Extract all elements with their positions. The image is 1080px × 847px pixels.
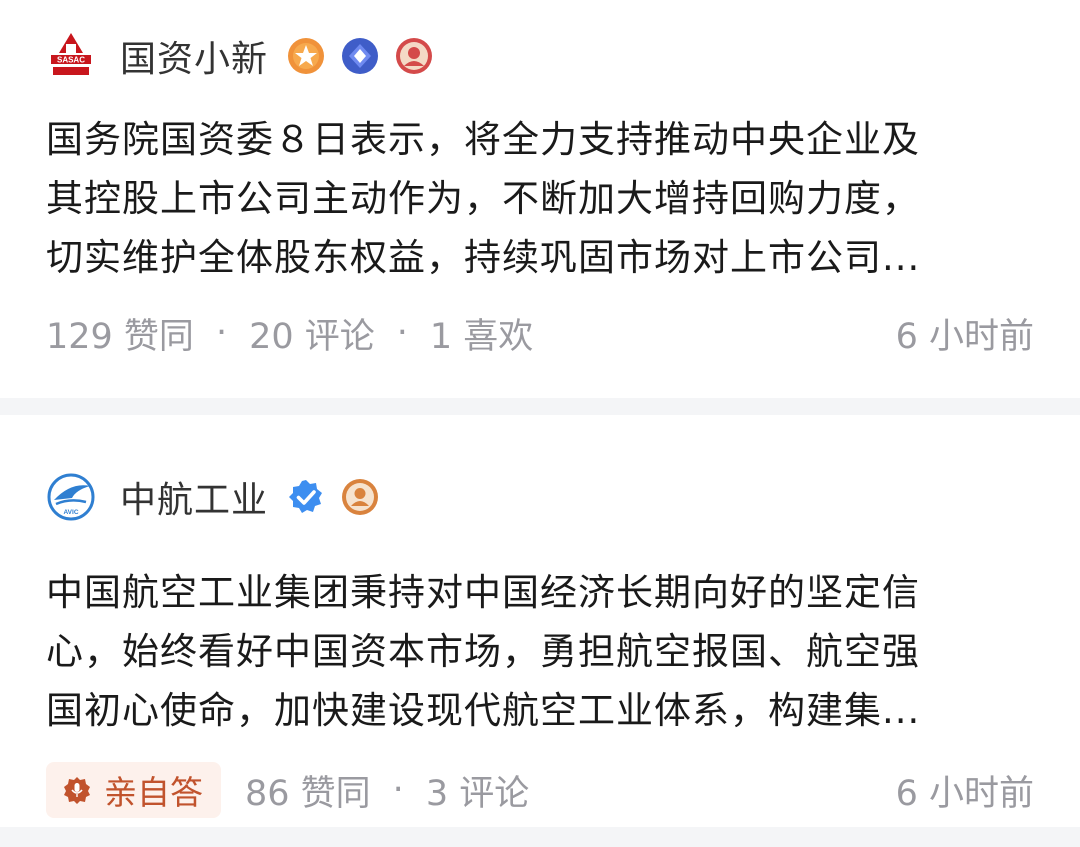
author-row: SASAC 国资小新 — [46, 26, 1034, 86]
red-portrait-badge-icon[interactable] — [394, 36, 434, 76]
card-divider — [0, 398, 1080, 415]
separator-dot: · — [396, 313, 408, 353]
post-time: 6 小时前 — [895, 316, 1034, 357]
post-card[interactable]: SASAC 国资小新 国务院国资委８日表示，将全力支持推动中央企业及 其控股上市… — [0, 0, 1080, 398]
post-meta: 129 赞同 · 20 评论 · 1 喜欢 6 小时前 — [46, 303, 1034, 363]
post-content[interactable]: 中国航空工业集团秉持对中国经济长期向好的坚定信 心，始终看好中国资本市场，勇担航… — [46, 563, 1034, 740]
blue-diamond-badge-icon[interactable] — [340, 36, 380, 76]
post-content[interactable]: 国务院国资委８日表示，将全力支持推动中央企业及 其控股上市公司主动作为，不断加大… — [46, 110, 1034, 287]
answer-tag-label: 亲自答 — [104, 773, 203, 812]
avic-logo-icon[interactable]: AVIC — [46, 472, 96, 522]
logo-text: AVIC — [63, 509, 78, 516]
comments-count[interactable]: 3 评论 — [426, 765, 529, 816]
personal-answer-tag[interactable]: 亲自答 — [46, 762, 221, 818]
post-card[interactable]: AVIC 中航工业 中国航空工业集团秉持对中国经济长期向好的坚定信 心，始终看好… — [0, 415, 1080, 827]
author-name[interactable]: 国资小新 — [120, 30, 268, 82]
content-line: 中国航空工业集团秉持对中国经济长期向好的坚定信 — [46, 571, 920, 614]
post-meta: 亲自答 86 赞同 · 3 评论 6 小时前 — [46, 760, 1034, 820]
favorites-count[interactable]: 1 喜欢 — [430, 308, 533, 359]
feed: SASAC 国资小新 国务院国资委８日表示，将全力支持推动中央企业及 其控股上市… — [0, 0, 1080, 847]
separator-dot: · — [215, 313, 228, 353]
orange-portrait-badge-icon[interactable] — [340, 477, 380, 517]
content-line: 国初心使命，加快建设现代航空工业体系，构建集... — [46, 689, 921, 732]
likes-count[interactable]: 86 赞同 — [245, 765, 371, 816]
sasac-logo-icon[interactable]: SASAC — [46, 31, 96, 81]
likes-count[interactable]: 129 赞同 — [46, 308, 194, 359]
post-time: 6 小时前 — [895, 773, 1034, 814]
verified-check-icon[interactable] — [286, 477, 326, 517]
content-line: 切实维护全体股东权益，持续巩固市场对上市公司... — [46, 236, 921, 279]
author-name[interactable]: 中航工业 — [120, 471, 268, 523]
comments-count[interactable]: 20 评论 — [249, 308, 375, 359]
author-row: AVIC 中航工业 — [46, 467, 1034, 527]
separator-dot: · — [392, 770, 404, 810]
orange-star-badge-icon[interactable] — [286, 36, 326, 76]
microphone-icon — [64, 777, 90, 804]
content-line: 心，始终看好中国资本市场，勇担航空报国、航空强 — [46, 630, 920, 673]
content-line: 国务院国资委８日表示，将全力支持推动中央企业及 — [46, 118, 920, 161]
logo-text: SASAC — [57, 56, 85, 65]
bottom-divider — [0, 827, 1080, 847]
content-line: 其控股上市公司主动作为，不断加大增持回购力度， — [46, 177, 920, 220]
